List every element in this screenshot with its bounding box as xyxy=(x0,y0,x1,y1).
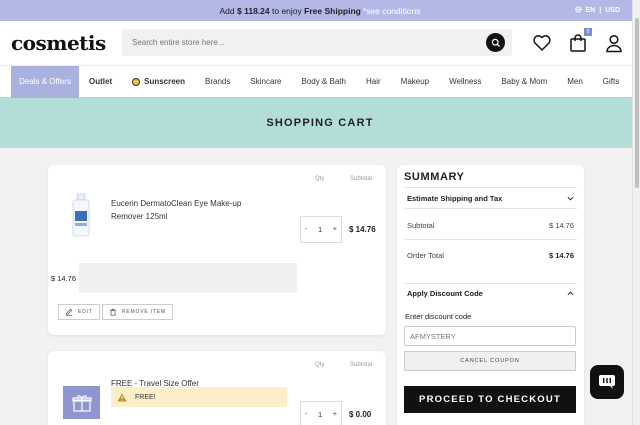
qty-decrease-button[interactable]: - xyxy=(305,411,307,418)
nav-outlet[interactable]: Outlet xyxy=(79,66,122,98)
estimate-shipping-toggle[interactable]: Estimate Shipping and Tax xyxy=(404,187,577,209)
edit-label: EDIT xyxy=(78,309,93,315)
discount-code-label: Enter discount code xyxy=(405,312,472,321)
order-summary: SUMMARY Estimate Shipping and Tax Subtot… xyxy=(397,165,584,425)
nav-deals-offers[interactable]: Deals & Offers xyxy=(11,65,79,98)
account-button[interactable] xyxy=(604,33,624,53)
product-name-link[interactable]: Eucerin DermatoClean Eye Make-up Remover… xyxy=(111,197,261,223)
quantity-stepper: - 1 + xyxy=(300,401,342,425)
remove-item-button[interactable]: REMOVE ITEM xyxy=(102,304,173,320)
globe-icon xyxy=(574,6,582,15)
nav-men[interactable]: Men xyxy=(557,66,593,98)
order-total-row: Order Total $ 14.76 xyxy=(404,241,577,269)
chat-button[interactable] xyxy=(590,365,624,399)
discount-toggle[interactable]: Apply Discount Code xyxy=(404,283,577,303)
search-input[interactable] xyxy=(132,38,486,47)
qty-increase-button[interactable]: + xyxy=(333,226,337,233)
site-logo[interactable]: cosmetis xyxy=(11,31,121,55)
cart-item: Qty Subtotal FREE - Travel Size Offer FR… xyxy=(48,351,386,425)
promo-add: Add xyxy=(219,5,235,16)
product-image[interactable] xyxy=(61,192,101,238)
locale-separator: | xyxy=(599,7,602,14)
locale-switcher[interactable]: EN | USD xyxy=(574,0,620,21)
search-bar xyxy=(122,29,512,56)
free-gift-notice: FREE! xyxy=(111,387,287,407)
warning-icon xyxy=(117,393,127,401)
nav-gifts[interactable]: Gifts xyxy=(593,66,629,98)
product-bottle-icon xyxy=(72,193,90,237)
qty-value[interactable]: 1 xyxy=(318,410,322,419)
nav-makeup[interactable]: Makeup xyxy=(391,66,439,98)
chevron-up-icon xyxy=(567,291,574,296)
discount-toggle-label: Apply Discount Code xyxy=(407,289,483,298)
subtotal-column-header: Subtotal xyxy=(350,176,373,182)
wishlist-button[interactable] xyxy=(532,33,552,53)
nav-skincare[interactable]: Skincare xyxy=(240,66,291,98)
discount-code-input[interactable] xyxy=(404,326,576,346)
language-label[interactable]: EN xyxy=(586,7,596,14)
search-button[interactable] xyxy=(486,33,505,52)
cart-button[interactable]: 0 xyxy=(568,28,592,53)
page-scrollbar[interactable] xyxy=(632,0,640,425)
item-subtotal: $ 14.76 xyxy=(349,225,376,234)
pencil-icon xyxy=(65,308,73,316)
nav-sunscreen-label: Sunscreen xyxy=(144,77,186,86)
trash-icon xyxy=(110,308,116,316)
quantity-stepper: - 1 + xyxy=(300,216,342,243)
gift-icon xyxy=(71,394,92,412)
gift-image[interactable] xyxy=(63,386,100,419)
currency-label[interactable]: USD xyxy=(605,7,620,14)
subtotal-label: Subtotal xyxy=(407,221,435,230)
cart-count-badge: 0 xyxy=(584,28,592,36)
qty-column-header: Qty xyxy=(315,362,325,368)
nav-brands[interactable]: Brands xyxy=(195,66,240,98)
edit-item-button[interactable]: EDIT xyxy=(58,304,100,320)
free-gift-label: FREE! xyxy=(135,393,156,401)
cart-item: Qty Subtotal Eucerin DermatoClean Eye Ma… xyxy=(48,165,386,335)
scrollbar-thumb[interactable] xyxy=(635,18,639,188)
chat-bubble-icon xyxy=(599,375,615,389)
subtotal-value: $ 14.76 xyxy=(548,221,574,230)
promo-mid: to enjoy xyxy=(272,5,302,16)
qty-value[interactable]: 1 xyxy=(318,225,322,234)
cart-content: Qty Subtotal Eucerin DermatoClean Eye Ma… xyxy=(0,148,632,425)
search-icon xyxy=(491,38,500,47)
order-total-value: $ 14.76 xyxy=(548,250,574,260)
nav-hair[interactable]: Hair xyxy=(356,66,391,98)
subtotal-column-header: Subtotal xyxy=(350,362,373,368)
promo-conditions-link[interactable]: *see conditions xyxy=(363,6,421,16)
sun-icon xyxy=(132,77,141,86)
item-subtotal: $ 0.00 xyxy=(349,410,372,419)
qty-decrease-button[interactable]: - xyxy=(305,226,307,233)
item-line-price: $ 14.76 xyxy=(51,274,77,283)
nav-wellness[interactable]: Wellness xyxy=(439,66,491,98)
nav-baby-mom[interactable]: Baby & Mom xyxy=(491,66,557,98)
shopping-bag-icon xyxy=(570,34,586,52)
heart-icon xyxy=(533,35,551,51)
chevron-down-icon xyxy=(567,196,574,201)
user-icon xyxy=(606,34,622,53)
main-nav: Deals & Offers Outlet Sunscreen Brands S… xyxy=(0,65,640,98)
page-title: SHOPPING CART xyxy=(266,116,374,129)
order-total-label: Order Total xyxy=(407,250,444,260)
promo-amount: $ 118.24 xyxy=(237,5,270,16)
remove-label: REMOVE ITEM xyxy=(122,309,166,315)
item-options-panel xyxy=(79,263,297,293)
proceed-to-checkout-button[interactable]: PROCEED TO CHECKOUT xyxy=(404,386,576,413)
estimate-shipping-label: Estimate Shipping and Tax xyxy=(407,193,503,203)
cancel-coupon-button[interactable]: CANCEL COUPON xyxy=(404,351,576,371)
promo-bar: Add $ 118.24 to enjoy Free Shipping *see … xyxy=(0,0,640,21)
qty-increase-button[interactable]: + xyxy=(333,411,337,418)
nav-sunscreen[interactable]: Sunscreen xyxy=(122,66,195,98)
page-title-banner: SHOPPING CART xyxy=(0,97,640,148)
site-header: cosmetis 0 xyxy=(0,21,640,65)
summary-title: SUMMARY xyxy=(404,171,465,183)
promo-free-shipping: Free Shipping xyxy=(304,5,361,16)
nav-body-bath[interactable]: Body & Bath xyxy=(292,66,356,98)
subtotal-row: Subtotal $ 14.76 xyxy=(404,212,577,240)
qty-column-header: Qty xyxy=(315,176,325,182)
